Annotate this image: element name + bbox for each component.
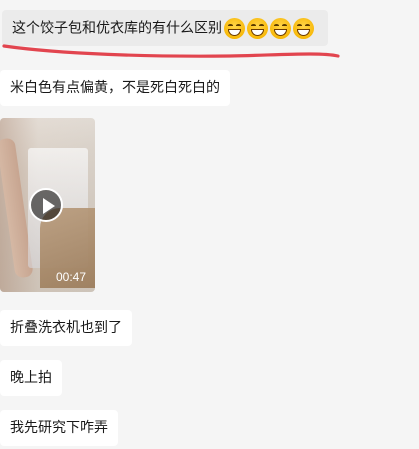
message-text: 米白色有点偏黄，不是死白死白的 bbox=[10, 80, 220, 96]
message-text: 这个饺子包和优衣库的有什么区别 bbox=[12, 20, 222, 37]
message-bubble[interactable]: 晚上拍 bbox=[0, 360, 62, 396]
message-text: 折叠洗衣机也到了 bbox=[10, 320, 122, 336]
message-text: 我先研究下咋弄 bbox=[10, 420, 108, 436]
video-message[interactable]: 00:47 bbox=[0, 118, 95, 292]
grinning-emoji-icon bbox=[293, 18, 314, 39]
message-bubble[interactable]: 米白色有点偏黄，不是死白死白的 bbox=[0, 70, 230, 106]
play-icon[interactable] bbox=[29, 188, 63, 222]
video-duration: 00:47 bbox=[56, 270, 87, 284]
message-text: 晚上拍 bbox=[10, 370, 52, 386]
red-annotation-underline bbox=[2, 44, 340, 58]
grinning-emoji-icon bbox=[247, 18, 268, 39]
grinning-emoji-icon bbox=[270, 18, 291, 39]
emoji-group bbox=[224, 18, 314, 39]
grinning-emoji-icon bbox=[224, 18, 245, 39]
message-bubble[interactable]: 我先研究下咋弄 bbox=[0, 410, 118, 446]
message-bubble[interactable]: 折叠洗衣机也到了 bbox=[0, 310, 132, 346]
